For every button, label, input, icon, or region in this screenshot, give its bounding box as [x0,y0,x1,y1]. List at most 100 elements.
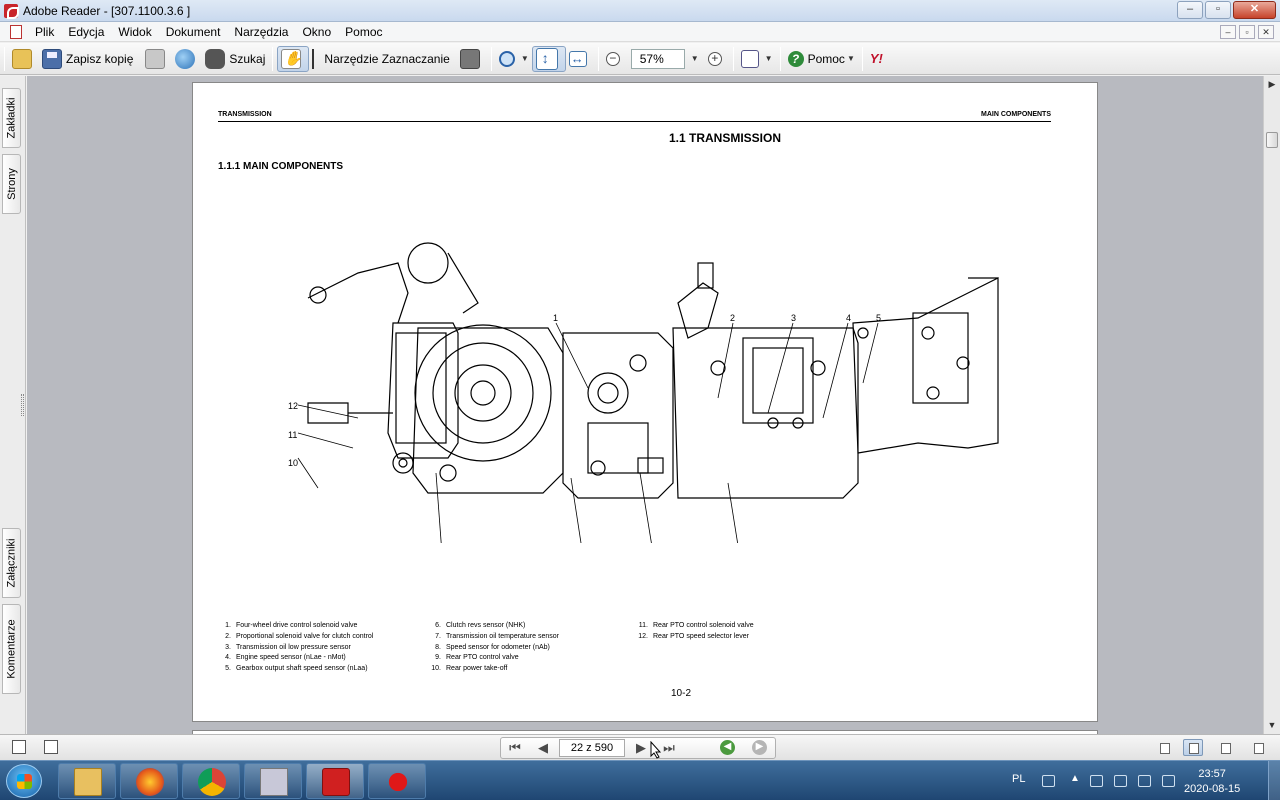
hand-tool-button[interactable] [277,45,310,72]
callout-numbers: 1 2 3 4 5 6 7 8 9 10 11 12 091038 [288,313,881,468]
zoom-tool-button[interactable]: ▼ [496,46,532,72]
minimize-button[interactable]: ‒ [1177,1,1203,19]
single-page-view-button[interactable] [1154,739,1174,756]
save-copy-label: Zapisz kopię [66,51,134,66]
flag-icon[interactable] [1090,775,1103,787]
select-tool-button[interactable]: Narzędzie Zaznaczanie [309,46,452,72]
menu-help[interactable]: Pomoc [338,22,389,42]
chevron-down-icon[interactable]: ▼ [847,54,855,63]
network-icon[interactable] [1138,775,1151,787]
menu-window[interactable]: Okno [295,22,338,42]
legend-item: 2. Proportional solenoid valve for clutch… [218,632,373,643]
continuous-facing-icon [1254,743,1264,754]
doc-close-button[interactable]: ✕ [1258,25,1274,39]
transmission-drawing [307,242,999,499]
snapshot-button[interactable] [457,46,487,72]
tray-expand-icon[interactable]: ▲ [1070,773,1080,784]
globe-mail-icon [175,48,196,69]
toolbar-separator [732,46,734,71]
magnifier-plus-icon [498,50,515,67]
legend-column-1: 1. Four-wheel drive control solenoid valv… [218,621,373,675]
print-button[interactable] [142,46,172,72]
clock-date: 2020-08-15 [1184,783,1241,795]
system-tray: PL ▲ 23:57 2020-08-15 [1000,761,1280,800]
maximize-button[interactable]: ▫ [1205,1,1231,19]
continuous-facing-view-button[interactable] [1248,739,1268,756]
menu-document[interactable]: Dokument [159,22,228,42]
volume-icon[interactable] [1162,775,1175,787]
scroll-down-arrow-icon[interactable]: ▼ [1264,717,1280,734]
taskbar-paint-app[interactable] [368,763,426,799]
legend-text: Clutch revs sensor (NHK) [446,622,526,629]
save-copy-button[interactable]: Zapisz kopię [39,46,136,72]
firefox-icon [136,768,164,796]
zoom-in-button[interactable]: + [705,46,729,72]
go-back-button[interactable]: ◀ [720,740,735,755]
zoom-level-field[interactable]: 57% [630,48,685,69]
zoom-dropdown-icon[interactable]: ▼ [691,54,699,63]
taskbar-firefox[interactable] [120,763,178,799]
file-explorer-icon [74,768,102,796]
menu-tools[interactable]: Narzędzia [227,22,295,42]
fit-width-button[interactable] [566,46,594,72]
plus-circle-icon: + [707,51,722,66]
open-button[interactable] [9,46,39,72]
tab-attachments-label: Załączniki [5,538,18,588]
panel-resize-grip[interactable] [21,394,24,416]
document-icon[interactable] [10,24,22,39]
doc-minimize-button[interactable]: ‒ [1220,25,1236,39]
vertical-scrollbar[interactable]: ▶ ▼ [1263,76,1280,734]
legend-column-2: 6. Clutch revs sensor (NHK) 7. Transmissio… [428,621,559,675]
document-viewport[interactable]: TRANSMISSION MAIN COMPONENTS 1.1 TRANSMI… [27,76,1263,734]
page-thumb-icon[interactable] [44,740,58,754]
taskbar-chrome[interactable] [182,763,240,799]
menu-view[interactable]: Widok [111,22,158,42]
tab-pages[interactable]: Strony [2,154,21,214]
yahoo-toolbar-button[interactable]: Y! [867,46,911,72]
clock[interactable]: 23:57 2020-08-15 [1184,767,1240,797]
doc-restore-button[interactable]: ▫ [1239,25,1255,39]
taskbar-explorer[interactable] [58,763,116,799]
keyboard-icon[interactable] [1042,775,1055,787]
menu-edit[interactable]: Edycja [61,22,111,42]
close-button[interactable]: ✕ [1233,1,1276,19]
chevron-down-icon[interactable]: ▼ [521,54,529,63]
legend-text: Rear PTO control valve [446,654,519,662]
language-indicator[interactable]: PL [1012,773,1025,785]
page-number-field[interactable]: 22 z 590 [559,739,625,757]
panel-toggle-icon[interactable] [12,740,26,754]
continuous-view-button[interactable] [1183,739,1203,756]
window-controls: ‒ ▫ ✕ [1177,1,1276,19]
legend-item: 12. Rear PTO speed selector lever [635,632,754,643]
legend-item: 11. Rear PTO control solenoid valve [635,621,754,632]
help-icon: ? [787,50,804,67]
device-icon[interactable] [1114,775,1127,787]
show-desktop-button[interactable] [1268,761,1280,800]
go-forward-button[interactable]: ▶ [752,740,767,755]
help-button[interactable]: ? Pomoc ▼ [785,46,858,72]
chevron-down-icon[interactable]: ▼ [765,54,773,63]
taskbar-adobe-reader[interactable] [306,763,364,799]
toolbar-separator [4,46,5,71]
tab-comments[interactable]: Komentarze [2,604,21,694]
page-layout-button[interactable]: ▼ [738,46,776,72]
taskbar-archive[interactable] [244,763,302,799]
tab-pages-label: Strony [5,168,18,200]
zoom-out-button[interactable]: − [603,46,627,72]
email-button[interactable] [172,46,202,72]
legend-item: 10. Rear power take-off [428,664,559,675]
previous-page-button[interactable]: ◀ [529,740,557,756]
tab-attachments[interactable]: Załączniki [2,528,21,598]
first-page-button[interactable]: ⏮ [501,740,529,756]
start-button[interactable] [6,764,42,798]
search-button[interactable]: Szukaj [202,46,268,72]
callout-11: 11 [288,430,297,440]
legend-number: 7. [435,632,441,640]
facing-view-button[interactable] [1215,739,1235,756]
scrollbar-thumb[interactable] [1266,132,1278,148]
callout-10: 10 [288,458,298,468]
tab-bookmarks[interactable]: Zakładki [2,88,21,148]
menu-file[interactable]: Plik [28,22,61,42]
fit-page-button[interactable] [531,45,566,72]
scroll-up-arrow-icon[interactable]: ▶ [1264,76,1280,93]
